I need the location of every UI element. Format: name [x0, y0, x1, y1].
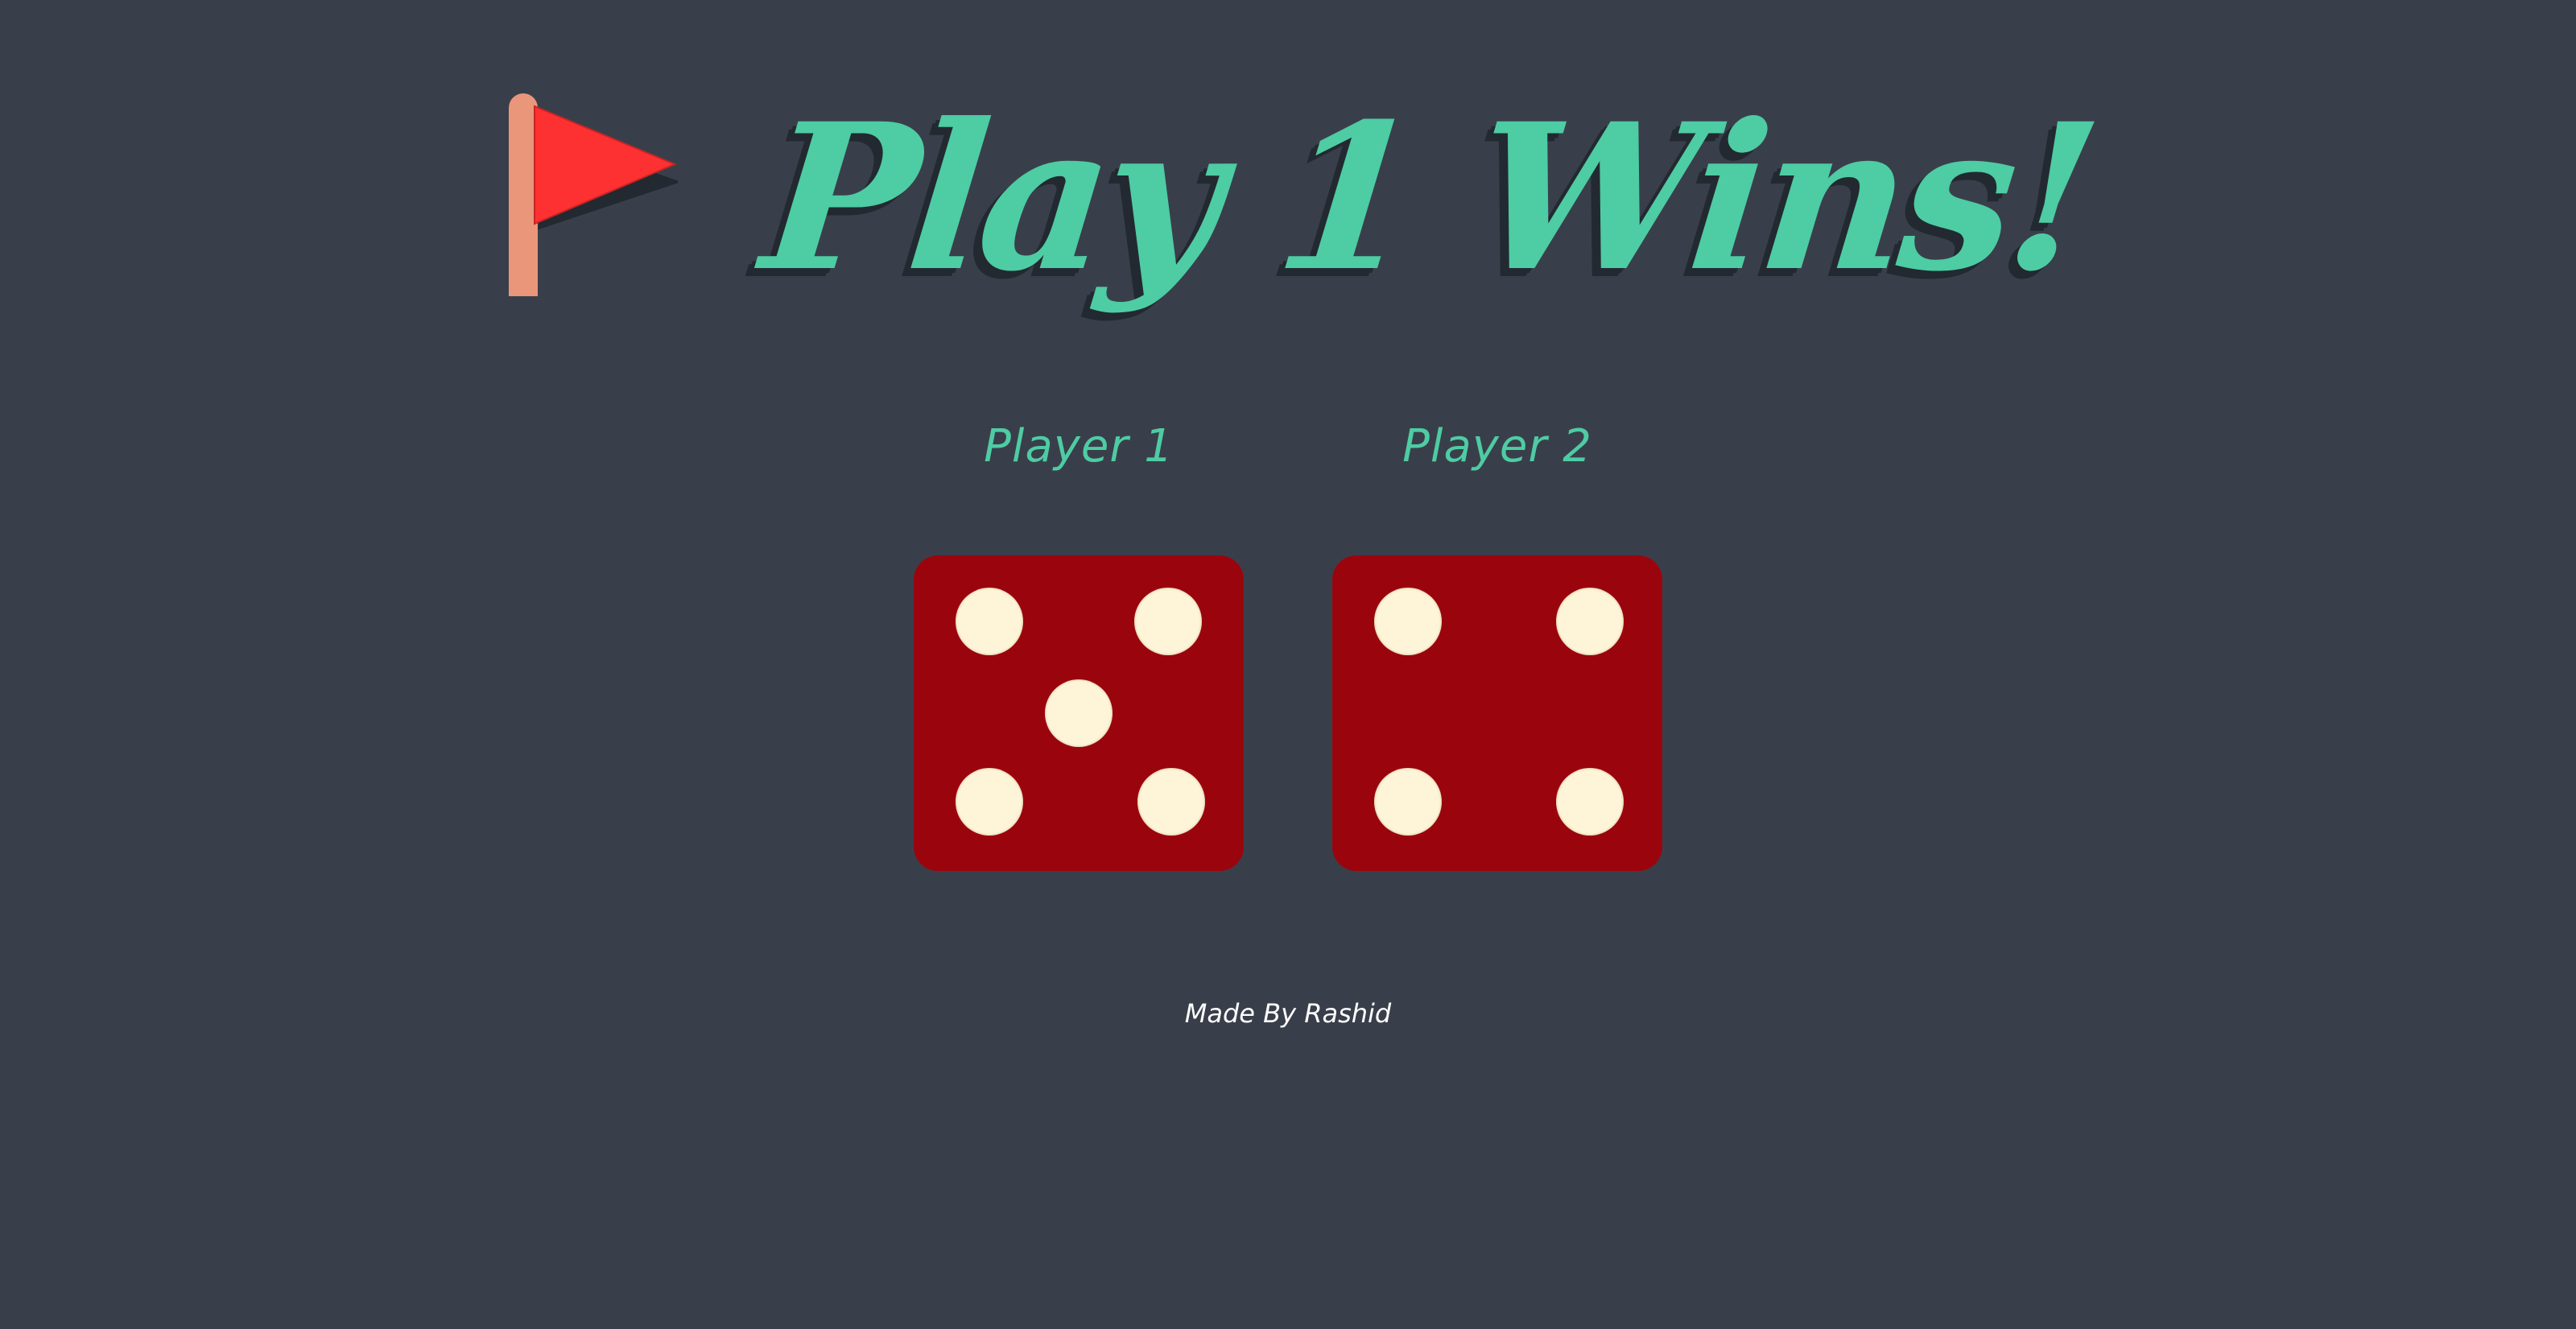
- players-area: Player 1 Player 2: [0, 411, 2576, 871]
- header: Play 1 Wins!: [0, 64, 2576, 330]
- die-pip: [1137, 767, 1205, 836]
- die-pip: [1555, 588, 1624, 656]
- player-1-label: Player 1: [984, 420, 1174, 473]
- red-flag-icon: [509, 93, 679, 296]
- die-pip: [1045, 679, 1113, 747]
- result-title: Play 1 Wins!: [753, 79, 2104, 316]
- die-pip: [1374, 767, 1443, 836]
- game-page: Play 1 Wins! Player 1 Player 2 Made By R…: [0, 0, 2576, 1329]
- footer-credit: Made By Rashid: [1184, 998, 1392, 1029]
- player-1-die: [914, 555, 1244, 871]
- die-pip: [1133, 588, 1202, 656]
- die-pip: [1555, 767, 1624, 836]
- die-pip: [956, 767, 1024, 836]
- player-1-panel: Player 1: [914, 411, 1244, 871]
- player-2-die: [1332, 555, 1662, 871]
- die-pip: [1374, 588, 1443, 656]
- player-2-label: Player 2: [1402, 420, 1592, 473]
- player-2-panel: Player 2: [1332, 411, 1662, 871]
- die-pip: [956, 588, 1024, 656]
